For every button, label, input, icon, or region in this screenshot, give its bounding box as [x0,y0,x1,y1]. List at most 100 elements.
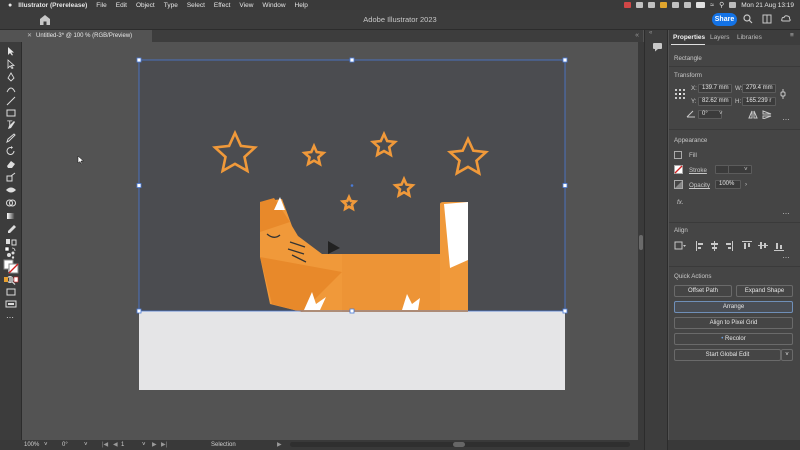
opacity-label[interactable]: Opacity [689,182,710,189]
wifi-icon[interactable]: ≈ [710,2,714,9]
eyedropper-tool-icon[interactable] [5,224,17,234]
fx-button[interactable]: fx. [677,199,684,206]
x-field[interactable]: 139.7 mm [698,84,732,93]
menu-extra-icon[interactable] [660,2,668,8]
menu-extra-icon[interactable] [684,2,692,8]
fill-label[interactable]: Fill [689,152,697,159]
vertical-scrollbar-thumb[interactable] [639,235,643,250]
zoom-level[interactable]: 100% [24,441,39,449]
type-tool-icon[interactable]: T [7,119,13,129]
chevron-down-icon[interactable]: ˅ [44,441,48,449]
eraser-tool-icon[interactable] [5,159,17,169]
line-tool-icon[interactable] [5,96,17,106]
pencil-tool-icon[interactable] [5,133,17,143]
draw-mode-icon[interactable] [5,288,17,296]
reference-point-icon[interactable] [674,88,686,100]
document-tab[interactable]: ✕ Untitled-3* @ 100 % (RGB/Preview) [22,30,152,42]
chevron-right-icon[interactable]: › [745,181,747,188]
offset-path-button[interactable]: Offset Path [674,285,732,297]
collapse-icon[interactable]: « [649,30,652,36]
stroke-swatch[interactable] [674,165,683,174]
fill-swatch[interactable] [674,151,682,159]
panel-menu-icon[interactable]: ≡ [790,32,794,39]
menu-object[interactable]: Object [136,2,155,9]
recolor-button[interactable]: • Recolor [674,333,793,345]
previous-artboard-icon[interactable]: ◀ [113,441,118,449]
app-status-icon[interactable] [624,2,632,8]
stroke-label[interactable]: Stroke [689,167,707,174]
status-menu-icon[interactable]: ▶ [277,441,282,449]
chevron-down-icon[interactable]: ˅ [719,110,723,117]
clock[interactable]: Mon 21 Aug 13:19 [741,2,794,9]
share-button[interactable]: Share [712,13,737,26]
y-field[interactable]: 82.62 mm [698,97,732,106]
flip-horizontal-icon[interactable] [748,110,758,119]
shape-builder-tool-icon[interactable] [5,198,17,208]
battery-icon[interactable] [696,2,706,8]
more-options-icon[interactable]: ⋯ [783,254,791,262]
more-tools-icon[interactable]: ⋯ [6,313,14,322]
align-to-pixel-grid-button[interactable]: Align to Pixel Grid [674,317,793,329]
pen-tool-icon[interactable] [5,72,17,82]
artboard-number[interactable]: 1 [121,441,124,449]
stroke-weight-stepper[interactable] [715,165,729,174]
menu-select[interactable]: Select [187,2,205,9]
comments-icon[interactable] [652,42,663,52]
curvature-tool-icon[interactable] [5,84,17,94]
rectangle-tool-icon[interactable] [5,108,17,118]
control-center-icon[interactable] [729,2,737,8]
expand-shape-button[interactable]: Expand Shape [736,285,793,297]
cloud-icon[interactable] [781,14,791,24]
chevron-down-icon[interactable]: ˅ [84,441,88,449]
gradient-tool-icon[interactable] [5,211,17,221]
color-mode-icons[interactable] [3,276,19,284]
menu-file[interactable]: File [96,2,106,9]
global-edit-options-button[interactable]: ˅ [781,349,793,361]
direct-selection-tool-icon[interactable] [5,59,17,69]
selection-tool-icon[interactable] [5,46,17,56]
workspace-icon[interactable] [762,14,772,24]
flip-vertical-icon[interactable] [762,110,772,119]
more-options-icon[interactable]: ⋯ [783,210,791,218]
horizontal-scrollbar-thumb[interactable] [453,442,465,447]
tab-properties[interactable]: Properties [673,34,705,41]
menu-extra-icon[interactable] [648,2,656,8]
stroke-weight-field[interactable] [728,165,752,174]
link-icon[interactable] [779,88,787,100]
close-icon[interactable]: ✕ [27,33,32,39]
chevron-down-icon[interactable]: ˅ [744,166,748,173]
tab-libraries[interactable]: Libraries [737,34,762,41]
h-field[interactable]: 165.239 r [742,97,776,106]
menu-edit[interactable]: Edit [116,2,127,9]
rotate-tool-icon[interactable] [5,146,17,156]
menu-window[interactable]: Window [262,2,285,9]
search-icon[interactable] [743,14,753,24]
arrange-button[interactable]: Arrange [674,301,793,313]
first-artboard-icon[interactable]: |◀ [102,441,108,449]
collapse-icon[interactable]: « [635,32,639,39]
start-global-edit-button[interactable]: Start Global Edit [674,349,781,361]
fill-stroke-swatch[interactable] [3,259,19,274]
next-artboard-icon[interactable]: ▶ [152,441,157,449]
last-artboard-icon[interactable]: ▶| [161,441,167,449]
w-field[interactable]: 279.4 mm [742,84,776,93]
apple-icon[interactable]: ● [8,2,12,9]
menu-help[interactable]: Help [295,2,308,9]
canvas[interactable] [22,42,643,440]
tab-layers[interactable]: Layers [710,34,730,41]
search-icon[interactable]: ⚲ [719,1,724,9]
default-colors-icon[interactable] [4,246,18,254]
menu-extra-icon[interactable] [672,2,680,8]
scale-tool-icon[interactable] [5,172,17,182]
width-tool-icon[interactable] [5,185,17,195]
menu-app[interactable]: Illustrator (Prerelease) [18,2,87,9]
menu-extra-icon[interactable] [636,2,644,8]
more-options-icon[interactable]: ⋯ [783,116,791,124]
chevron-down-icon[interactable]: ˅ [142,441,146,449]
opacity-field[interactable]: 100% [715,180,741,189]
rotation-value[interactable]: 0° [62,441,68,449]
menu-view[interactable]: View [239,2,253,9]
menu-effect[interactable]: Effect [214,2,231,9]
menu-type[interactable]: Type [164,2,178,9]
screen-mode-icon[interactable] [5,300,17,308]
